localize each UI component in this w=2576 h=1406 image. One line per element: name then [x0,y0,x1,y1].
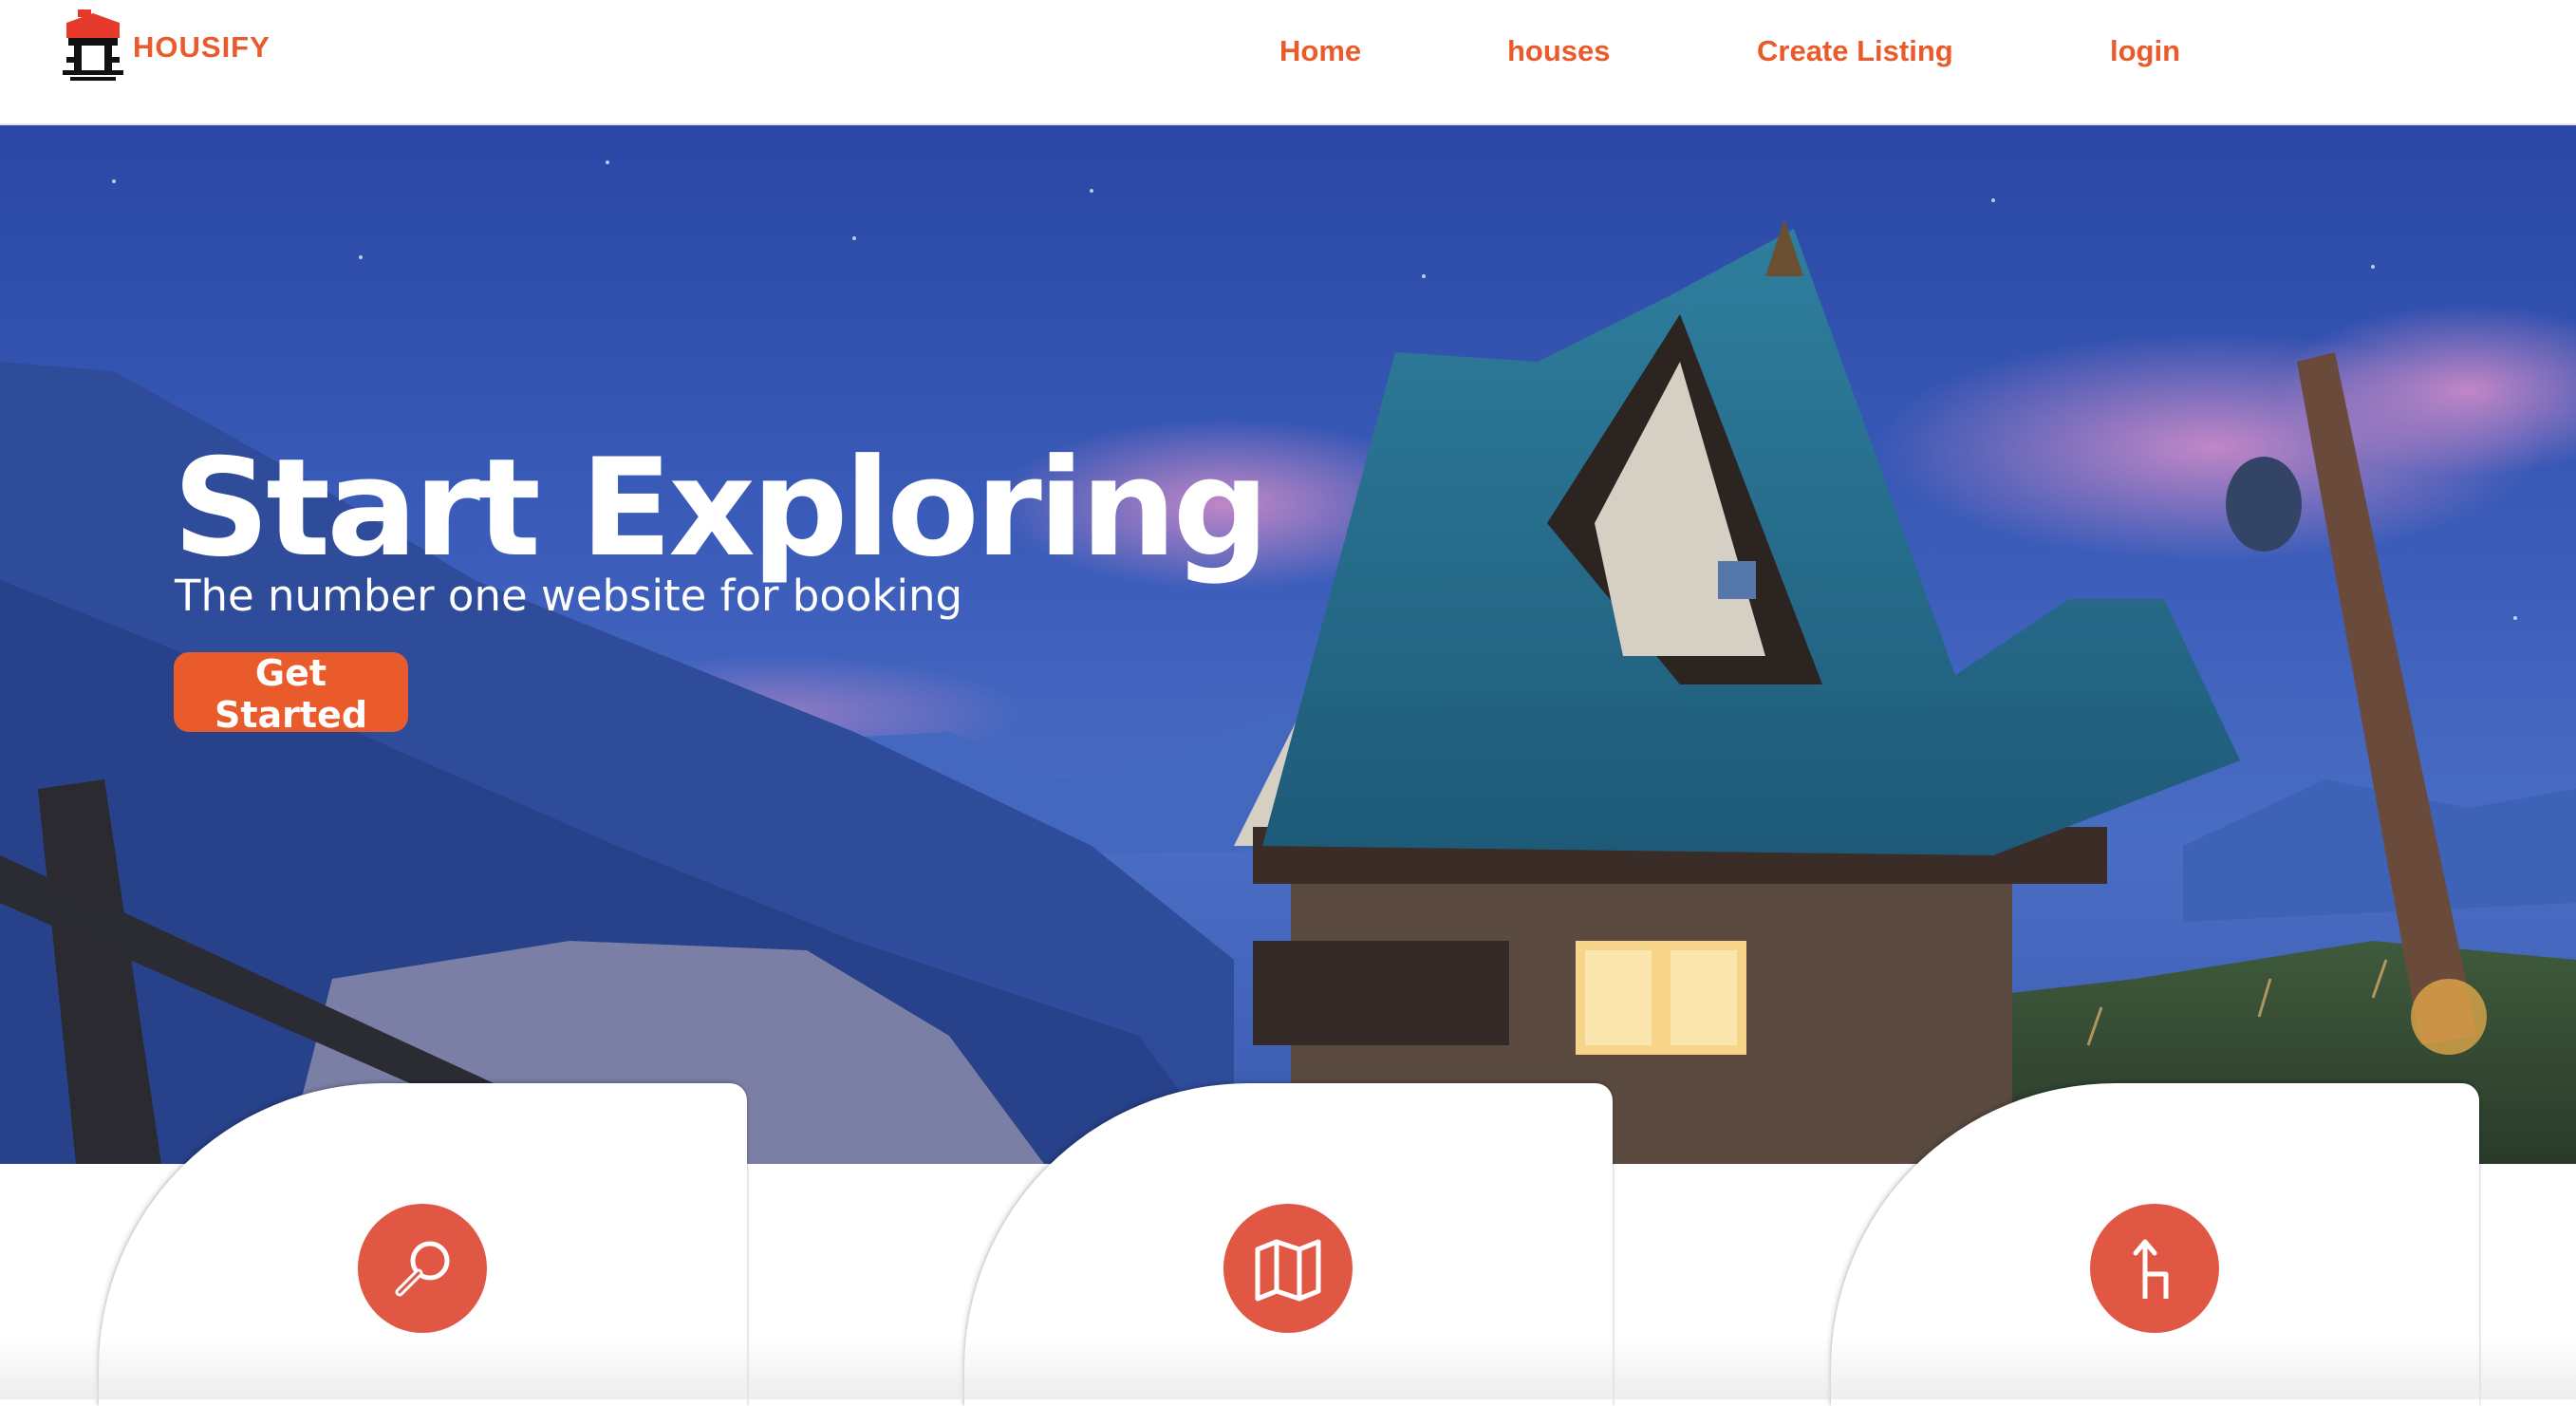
hero-subtitle: The number one website for booking [175,571,963,621]
house-logo-icon [63,9,123,81]
hero-section: Start Exploring The number one website f… [0,124,2576,1164]
search-icon-glyph [395,1241,450,1297]
map-icon[interactable] [1223,1204,1353,1333]
hero-title: Start Exploring [173,430,1269,587]
nav-link-login[interactable]: login [2110,34,2180,68]
route-icon-glyph [2133,1239,2169,1299]
route-icon[interactable] [2090,1204,2219,1333]
brand-name: HOUSIFY [133,30,271,64]
map-icon-glyph [1255,1239,1321,1302]
hero-background-image [0,124,2576,1164]
nav-link-home[interactable]: Home [1279,34,1361,68]
search-icon[interactable] [358,1204,487,1333]
navbar: HOUSIFY Home houses Create Listing login [0,0,2576,125]
nav-link-houses[interactable]: houses [1507,34,1611,68]
nav-link-create-listing[interactable]: Create Listing [1757,34,1953,68]
get-started-button[interactable]: Get Started [174,652,408,736]
